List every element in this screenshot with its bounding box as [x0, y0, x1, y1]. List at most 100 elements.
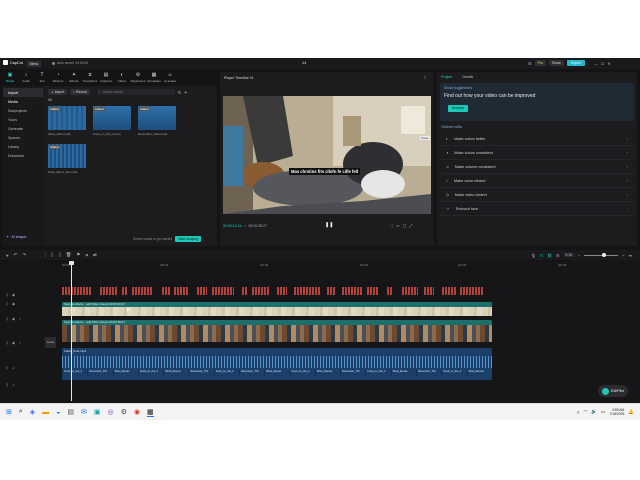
maximize-icon[interactable]: ☐	[601, 61, 605, 66]
sort-icon[interactable]: ⇅	[178, 90, 181, 95]
import-button[interactable]: ⇣ Import	[48, 89, 68, 95]
eye-icon[interactable]: ◉	[12, 302, 15, 306]
effect-clip[interactable]	[424, 287, 434, 295]
ai-shaper-button[interactable]: ✦ AI shaper	[6, 234, 27, 239]
settings-icon[interactable]: ⚙	[121, 408, 127, 416]
playhead[interactable]	[71, 261, 72, 401]
tool-stickers[interactable]: ◔ Stickers	[50, 70, 66, 86]
edit-video-clearer[interactable]: ◇ Make video clearer ▪	[440, 188, 634, 202]
effect-clip[interactable]	[294, 287, 320, 295]
tab-project[interactable]: Project	[441, 75, 452, 79]
playhead-handle[interactable]	[69, 261, 74, 265]
split-icon[interactable]: ⫶	[45, 253, 46, 258]
toggle-icon[interactable]: ▪	[627, 151, 628, 155]
tool-audio[interactable]: ♪ Audio	[18, 70, 34, 86]
fullscreen-icon[interactable]: ⤢	[409, 223, 412, 228]
share-button[interactable]: Share	[548, 60, 564, 66]
copilot-icon[interactable]: ◈	[30, 408, 35, 416]
eye-icon[interactable]: ◉	[12, 293, 15, 297]
effect-clip[interactable]	[387, 287, 393, 295]
file-explorer-icon[interactable]: ▬	[42, 409, 49, 416]
tool-captions[interactable]: ▤ Captions	[98, 70, 114, 86]
toggle-icon[interactable]: ▪	[627, 179, 628, 183]
preview-axis-icon[interactable]: ⊟	[556, 253, 559, 258]
zoom-level[interactable]: 0:10	[563, 253, 574, 257]
media-item[interactable]: Added Food_on_the_ti.mp4	[93, 106, 133, 136]
start-shaping-button[interactable]: Start shaping	[175, 236, 202, 242]
delete-icon[interactable]: 🗑	[66, 252, 72, 258]
audio-track-icon[interactable]: ♪	[19, 317, 21, 321]
safe-area-icon[interactable]: ⛶	[390, 223, 393, 228]
photos-icon[interactable]: ▣	[94, 408, 101, 416]
tool-text[interactable]: T Text	[34, 70, 50, 86]
sidebar-item-import[interactable]: Import	[3, 88, 43, 97]
magnet-icon[interactable]: ⊓	[540, 253, 543, 258]
minimize-icon[interactable]: —	[594, 61, 598, 66]
close-icon[interactable]: ✕	[607, 61, 610, 66]
tool-adjustment[interactable]: ⚙ Adjustment	[130, 70, 146, 86]
edit-retouch-face[interactable]: ☺ Retouch face ›	[440, 202, 634, 216]
mic-icon[interactable]: 🎙	[531, 253, 536, 258]
eye-icon[interactable]: ◉	[12, 317, 15, 321]
sidebar-item-yours[interactable]: Yours	[3, 115, 43, 124]
editpilot-button[interactable]: EditPilot	[598, 385, 629, 397]
zoom-out-icon[interactable]: −	[578, 253, 580, 258]
main-video-clip[interactable]: Special effects - add Filter sheets 00:0…	[62, 320, 492, 342]
crop-icon[interactable]: ⌗	[85, 253, 88, 258]
lock-icon[interactable]: ▯	[6, 383, 8, 387]
volume-icon[interactable]: ♫	[12, 383, 15, 387]
lock-icon[interactable]: ▯	[6, 366, 8, 370]
edit-volume-consistent[interactable]: ♫ Make volume consistent ▪	[440, 160, 634, 174]
edge-icon[interactable]: ◒	[56, 409, 60, 416]
effect-clip[interactable]	[132, 287, 152, 295]
mail-icon[interactable]: ✉	[81, 408, 87, 416]
pro-button[interactable]: Pro	[534, 60, 546, 66]
chevron-right-icon[interactable]: ›	[627, 207, 628, 211]
effect-clip[interactable]	[162, 287, 170, 295]
chrome-icon[interactable]: ◉	[134, 408, 140, 416]
lock-icon[interactable]: ▯	[6, 317, 8, 321]
effect-clip[interactable]	[327, 287, 335, 295]
undo-icon[interactable]: ↶	[14, 252, 18, 258]
effect-clip[interactable]	[342, 287, 362, 295]
fit-icon[interactable]: ⇹	[629, 253, 632, 258]
effect-clip[interactable]	[174, 287, 188, 295]
record-button[interactable]: ● Record	[70, 89, 90, 95]
media-item[interactable]: Added December_video.mp4	[138, 106, 178, 136]
effect-clip[interactable]	[442, 287, 456, 295]
effects-clip-end[interactable]	[460, 287, 484, 295]
toggle-icon[interactable]: ▪	[627, 165, 628, 169]
tool-effects[interactable]: ✦ Effects	[66, 70, 82, 86]
toggle-icon[interactable]: ▪	[627, 193, 628, 197]
toggle-icon[interactable]: ▪	[627, 137, 628, 141]
sidebar-item-generate[interactable]: Generate	[3, 124, 43, 133]
player-menu-icon[interactable]: ≡	[424, 75, 426, 80]
capcut-taskbar-icon[interactable]: ▦	[147, 408, 154, 417]
redo-icon[interactable]: ↷	[22, 252, 26, 258]
export-button[interactable]: Export	[566, 60, 585, 66]
sidebar-item-library[interactable]: Library	[3, 142, 43, 151]
eye-icon[interactable]: ◉	[12, 341, 15, 345]
effect-clip[interactable]	[122, 287, 128, 295]
zoom-slider[interactable]	[584, 253, 619, 257]
speaker-icon[interactable]: 🔊	[591, 409, 597, 415]
tab-details[interactable]: Details	[462, 75, 473, 79]
battery-icon[interactable]: ▭	[601, 409, 605, 415]
quality-icon[interactable]: ▭	[396, 223, 400, 228]
zoom-thumb[interactable]	[602, 253, 607, 257]
sidebar-item-spaces[interactable]: Spaces	[3, 133, 43, 142]
effect-clip[interactable]	[62, 287, 92, 295]
effect-clip[interactable]	[402, 287, 418, 295]
tool-media[interactable]: ▣ Media	[2, 70, 18, 86]
notification-icon[interactable]: 🔔	[628, 409, 634, 415]
link-icon[interactable]: ⛓	[547, 253, 552, 258]
search-icon[interactable]: ⌕	[19, 408, 23, 416]
effects-track[interactable]	[62, 287, 492, 295]
effect-clip[interactable]	[212, 287, 234, 295]
video-preview[interactable]: Mas chrstins fits cllofn fe cilfe fell	[223, 96, 431, 214]
filter-icon[interactable]: ⏷	[184, 90, 187, 95]
search-input[interactable]: ⌕ Search media	[96, 89, 175, 95]
sidebar-item-media[interactable]: Media	[3, 97, 43, 106]
effect-clip[interactable]	[277, 287, 287, 295]
lock-icon[interactable]: ▯	[6, 293, 8, 297]
